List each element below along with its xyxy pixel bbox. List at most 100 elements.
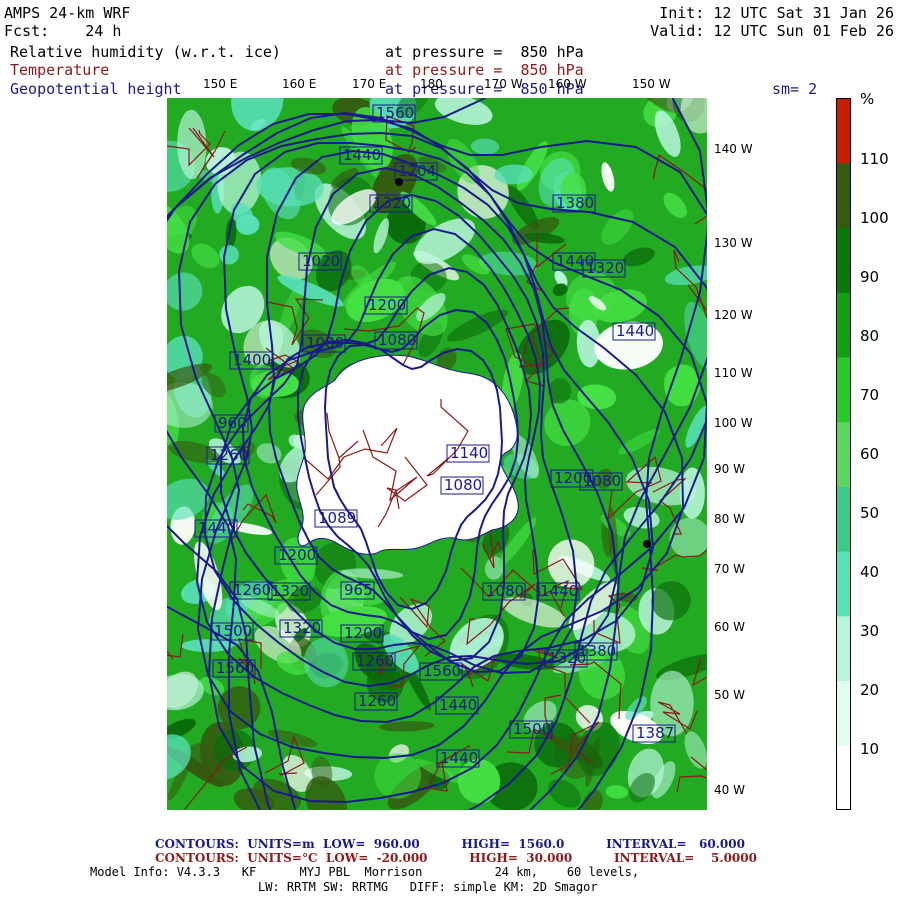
- svg-text:1204: 1204: [398, 162, 436, 180]
- top-longitude-label: 170 W: [484, 77, 523, 91]
- right-longitude-label: 100 W: [714, 416, 753, 430]
- top-longitude-label: 150 W: [632, 77, 671, 91]
- forecast-hour: Fcst: 24 h: [4, 22, 122, 40]
- colorbar-segment: [836, 421, 851, 487]
- field3-name: Geopotential height: [10, 80, 182, 98]
- top-longitude-label: 150 E: [203, 77, 238, 91]
- height-contour-label: 1080: [374, 331, 418, 350]
- colorbar-segment: [836, 551, 851, 617]
- height-contour-label: 1200: [340, 624, 384, 643]
- svg-text:1200: 1200: [368, 296, 406, 314]
- height-contour-info: CONTOURS: UNITS=m LOW= 960.00 HIGH= 1560…: [155, 837, 745, 851]
- svg-text:1080: 1080: [444, 476, 482, 494]
- height-contour-label: 1500: [210, 622, 254, 641]
- right-longitude-label: 110 W: [714, 366, 753, 380]
- colorbar-label: 80: [860, 327, 880, 345]
- station-marker: [643, 540, 651, 548]
- svg-text:965: 965: [344, 581, 373, 599]
- colorbar: [836, 98, 851, 810]
- field1-name: Relative humidity (w.r.t. ice): [10, 43, 281, 61]
- svg-text:1080: 1080: [583, 472, 621, 490]
- right-longitude-label: 120 W: [714, 308, 753, 322]
- height-contour-label: 1320: [369, 194, 413, 213]
- svg-text:960: 960: [218, 414, 247, 432]
- colorbar-label: 30: [860, 622, 880, 640]
- right-longitude-label: 140 W: [714, 142, 753, 156]
- right-longitude-label: 130 W: [714, 236, 753, 250]
- height-contour-label: 1260: [229, 581, 273, 600]
- colorbar-segment: [836, 356, 851, 423]
- svg-text:1080: 1080: [306, 334, 344, 352]
- colorbar-segment: [836, 680, 851, 746]
- svg-text:1020: 1020: [302, 252, 340, 270]
- map-panel: 1560 1440 1204 1320 1380 1440 1320 1440 1200 1080…: [167, 98, 707, 810]
- height-contour-label: 1440: [436, 749, 480, 768]
- colorbar-segment: [836, 745, 851, 810]
- colorbar-unit: %: [860, 90, 875, 108]
- height-contour-label: 1440: [339, 146, 383, 165]
- height-contour-label: 1560: [419, 662, 463, 681]
- height-contour-label: 1260: [354, 692, 398, 711]
- colorbar-segment: [836, 292, 851, 358]
- model-title: AMPS 24-km WRF: [4, 4, 131, 22]
- svg-text:1320: 1320: [548, 649, 586, 667]
- valid-time: Valid: 12 UTC Sun 01 Feb 26: [650, 22, 894, 40]
- height-contour-label: 1320: [267, 582, 311, 601]
- height-contour-label: 1440: [435, 696, 479, 715]
- svg-text:1080: 1080: [378, 331, 416, 349]
- svg-text:1260: 1260: [233, 581, 271, 599]
- svg-text:1260: 1260: [356, 652, 394, 670]
- svg-text:1440: 1440: [440, 749, 478, 767]
- svg-text:1560: 1560: [376, 104, 414, 122]
- svg-text:1440: 1440: [343, 146, 381, 164]
- svg-text:1260: 1260: [358, 692, 396, 710]
- height-contour-label: 1089: [314, 509, 358, 528]
- height-contour-label: 1560: [212, 659, 256, 678]
- height-contour-label: 1320: [279, 619, 323, 638]
- svg-text:1320: 1320: [586, 259, 624, 277]
- height-contour-label: 1387: [632, 724, 676, 743]
- station-marker: [395, 178, 403, 186]
- model-info-line2: LW: RRTM SW: RRTMG DIFF: simple KM: 2D S…: [258, 880, 598, 894]
- svg-text:1140: 1140: [450, 444, 488, 462]
- colorbar-segment: [836, 486, 851, 552]
- height-contour-label: 1080: [482, 582, 526, 601]
- svg-text:1320: 1320: [271, 582, 309, 600]
- right-longitude-label: 70 W: [714, 562, 745, 576]
- colorbar-label: 20: [860, 681, 880, 699]
- height-contour-label: 1080: [579, 472, 623, 491]
- height-contour-label: 1260: [352, 652, 396, 671]
- model-info-line1: Model Info: V4.3.3 KF MYJ PBL Morrison 2…: [90, 865, 640, 879]
- height-contour-label: 1020: [298, 252, 342, 271]
- svg-text:1380: 1380: [556, 194, 594, 212]
- field1-level: at pressure = 850 hPa: [385, 43, 584, 61]
- temperature-contour-info: CONTOURS: UNITS=°C LOW= -20.000 HIGH= 30…: [155, 851, 757, 865]
- height-contour-label: 1200: [364, 296, 408, 315]
- height-contour-label: 960: [214, 414, 249, 433]
- height-contour-label: 1400: [229, 351, 273, 370]
- svg-text:1440: 1440: [616, 322, 654, 340]
- right-longitude-label: 60 W: [714, 620, 745, 634]
- colorbar-label: 70: [860, 386, 880, 404]
- colorbar-label: 90: [860, 268, 880, 286]
- colorbar-label: 50: [860, 504, 880, 522]
- colorbar-label: 10: [860, 740, 880, 758]
- init-time: Init: 12 UTC Sat 31 Jan 26: [659, 4, 894, 22]
- colorbar-segment: [836, 615, 851, 682]
- svg-text:1387: 1387: [636, 724, 674, 742]
- height-contour-label: 1080: [440, 476, 484, 495]
- field2-name: Temperature: [10, 61, 110, 79]
- colorbar-segment: [836, 98, 851, 164]
- height-contour-label: 1500: [509, 720, 553, 739]
- svg-text:1440: 1440: [198, 519, 236, 537]
- height-contour-label: 1140: [446, 444, 490, 463]
- svg-text:1560: 1560: [423, 662, 461, 680]
- height-contour-label: 1440: [194, 519, 238, 538]
- svg-text:1440: 1440: [540, 582, 578, 600]
- svg-text:1260: 1260: [210, 446, 248, 464]
- right-longitude-label: 40 W: [714, 783, 745, 797]
- colorbar-label: 100: [860, 209, 889, 227]
- height-contour-label: 1204: [394, 162, 438, 181]
- colorbar-segment: [836, 162, 851, 228]
- height-contour-label: 1260: [206, 446, 250, 465]
